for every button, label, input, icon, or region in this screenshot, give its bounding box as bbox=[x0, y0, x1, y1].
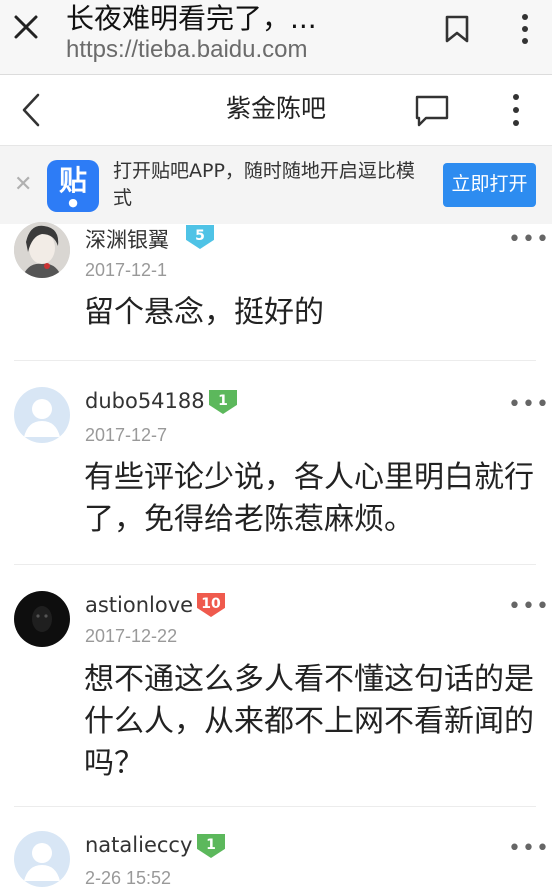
username[interactable]: natalieccy bbox=[85, 833, 192, 857]
username[interactable]: 深渊银翼 bbox=[85, 224, 169, 254]
comment-icon[interactable] bbox=[414, 94, 450, 128]
level-badge: 5 bbox=[186, 225, 214, 249]
back-arrow-icon[interactable] bbox=[18, 92, 44, 128]
level-badge: 1 bbox=[197, 834, 225, 858]
browser-page-title: 长夜难明看完了，... bbox=[66, 2, 317, 35]
divider bbox=[14, 360, 536, 361]
avatar[interactable] bbox=[14, 222, 70, 278]
username[interactable]: astionlove bbox=[85, 593, 193, 617]
open-app-button[interactable]: 立即打开 bbox=[443, 163, 536, 207]
avatar[interactable] bbox=[14, 831, 70, 887]
divider bbox=[14, 806, 536, 807]
close-icon[interactable] bbox=[12, 13, 40, 41]
more-options-icon[interactable]: ••• bbox=[508, 394, 550, 416]
close-banner-icon[interactable]: ✕ bbox=[14, 174, 32, 196]
browser-toolbar: 长夜难明看完了，... https://tieba.baidu.com bbox=[0, 0, 552, 75]
more-options-icon[interactable]: ••• bbox=[508, 838, 550, 860]
post-date: 2017-12-7 bbox=[85, 425, 168, 445]
forum-title: 紫金陈吧 bbox=[225, 94, 326, 123]
more-options-icon[interactable]: ••• bbox=[508, 229, 550, 251]
comment-text: 有些评论少说，各人心里明白就行了，免得给老陈惹麻烦。 bbox=[84, 460, 534, 537]
avatar[interactable] bbox=[14, 387, 70, 443]
comment-text: 想不通这么多人看不懂这句话的是什么人，从来都不上网不看新闻的吗？ bbox=[84, 662, 534, 781]
paw-icon: ● bbox=[68, 196, 78, 209]
level-badge: 1 bbox=[209, 390, 237, 414]
post-date: 2017-12-1 bbox=[85, 260, 168, 280]
app-promo-banner: ✕ 贴 ● 打开贴吧APP，随时随地开启逗比模式 立即打开 bbox=[0, 146, 552, 224]
forum-header: 紫金陈吧 bbox=[0, 75, 552, 146]
username[interactable]: dubo54188 bbox=[85, 389, 205, 413]
browser-url[interactable]: https://tieba.baidu.com bbox=[66, 36, 307, 64]
post-date: 2-26 15:52 bbox=[85, 868, 172, 888]
post-date: 2017-12-22 bbox=[85, 626, 178, 646]
comment-text: 留个悬念，挺好的 bbox=[84, 295, 324, 330]
more-vertical-icon[interactable] bbox=[506, 92, 526, 128]
avatar[interactable] bbox=[14, 591, 70, 647]
tieba-app-logo: 贴 ● bbox=[47, 160, 99, 212]
banner-text: 打开贴吧APP，随时随地开启逗比模式 bbox=[113, 160, 415, 209]
level-badge: 10 bbox=[197, 593, 225, 617]
bookmark-icon[interactable] bbox=[443, 14, 471, 44]
more-vertical-icon[interactable] bbox=[515, 12, 535, 46]
more-options-icon[interactable]: ••• bbox=[508, 596, 550, 618]
divider bbox=[14, 564, 536, 565]
